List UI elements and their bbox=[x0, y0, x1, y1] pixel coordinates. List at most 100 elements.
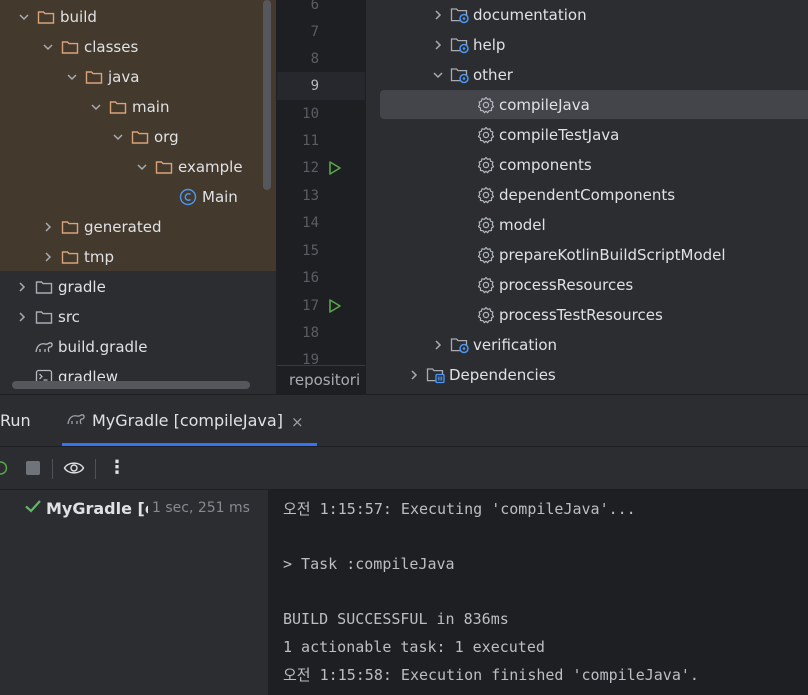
tree-item-build[interactable]: build bbox=[0, 2, 276, 32]
run-toolbar: ⋮ bbox=[0, 447, 808, 489]
task-group-other[interactable]: other bbox=[430, 60, 513, 90]
tree-item-label: src bbox=[58, 308, 80, 326]
task-group-help[interactable]: help bbox=[430, 30, 505, 60]
chevron-right-icon[interactable] bbox=[430, 330, 446, 360]
close-icon[interactable]: × bbox=[291, 413, 304, 431]
chevron-down-icon[interactable] bbox=[88, 92, 104, 122]
run-result-item[interactable]: MyGradle [c 1 sec, 251 ms bbox=[24, 498, 268, 518]
gear-icon bbox=[476, 305, 496, 325]
gradle-tasks-panel: documentation help other compileJava com… bbox=[366, 0, 808, 394]
task-components[interactable]: components bbox=[472, 150, 592, 180]
chevron-right-icon[interactable] bbox=[430, 0, 446, 30]
chevron-down-icon[interactable] bbox=[16, 2, 32, 32]
folder-icon bbox=[36, 7, 56, 27]
gutter-line: 7 bbox=[310, 24, 319, 40]
task-processresources[interactable]: processResources bbox=[472, 270, 633, 300]
rerun-icon[interactable] bbox=[0, 459, 10, 481]
gutter-line-current: 9 bbox=[277, 72, 365, 100]
console-line: BUILD SUCCESSFUL in 836ms bbox=[283, 610, 509, 629]
task-label: compileJava bbox=[499, 96, 590, 114]
gradle-icon bbox=[66, 411, 86, 431]
task-group-documentation[interactable]: documentation bbox=[430, 0, 587, 30]
task-label: processTestResources bbox=[499, 306, 663, 324]
tree-item-label: main bbox=[132, 98, 170, 116]
run-gutter-icon[interactable] bbox=[327, 298, 343, 314]
gutter-line: 14 bbox=[302, 215, 319, 231]
task-label: compileTestJava bbox=[499, 126, 620, 144]
console-output[interactable]: 오전 1:15:57: Executing 'compileJava'... >… bbox=[268, 490, 808, 695]
gutter-line: 11 bbox=[302, 133, 319, 149]
tree-item-java[interactable]: java bbox=[0, 62, 276, 92]
class-icon bbox=[178, 187, 198, 207]
tree-item-main-class[interactable]: Main bbox=[0, 182, 276, 212]
run-header: Run MyGradle [compileJava] × bbox=[0, 395, 808, 446]
gutter-line: 10 bbox=[302, 106, 319, 122]
chevron-down-icon[interactable] bbox=[64, 62, 80, 92]
more-icon[interactable]: ⋮ bbox=[108, 457, 126, 478]
folder-icon bbox=[60, 247, 80, 267]
stop-icon[interactable] bbox=[25, 460, 41, 480]
task-group-verification[interactable]: verification bbox=[430, 330, 557, 360]
tree-item-example[interactable]: example bbox=[0, 152, 276, 182]
run-results-tree: MyGradle [c 1 sec, 251 ms bbox=[0, 490, 268, 695]
console-line: 1 actionable task: 1 executed bbox=[283, 637, 545, 656]
tree-item-main[interactable]: main bbox=[0, 92, 276, 122]
toolbar-separator bbox=[95, 459, 96, 479]
chevron-right-icon[interactable] bbox=[14, 272, 30, 302]
console-line: > Task :compileJava bbox=[283, 555, 455, 574]
tree-item-label: org bbox=[154, 128, 179, 146]
chevron-down-icon[interactable] bbox=[430, 60, 446, 90]
check-icon bbox=[24, 498, 42, 518]
gutter-line: 15 bbox=[302, 243, 319, 259]
task-label: verification bbox=[473, 336, 558, 354]
task-compiletestjava[interactable]: compileTestJava bbox=[472, 120, 619, 150]
tree-item-label: classes bbox=[84, 38, 139, 56]
gear-icon bbox=[476, 125, 496, 145]
tree-item-build-gradle[interactable]: build.gradle bbox=[0, 332, 276, 362]
task-folder-icon bbox=[450, 35, 470, 55]
tree-item-gradle[interactable]: gradle bbox=[0, 272, 276, 302]
gear-icon bbox=[476, 275, 496, 295]
task-folder-icon bbox=[450, 5, 470, 25]
chevron-right-icon[interactable] bbox=[40, 242, 56, 272]
chevron-down-icon[interactable] bbox=[134, 152, 150, 182]
folder-icon bbox=[60, 37, 80, 57]
gutter-line: 12 bbox=[277, 154, 365, 182]
task-label: other bbox=[473, 66, 513, 84]
gear-icon bbox=[476, 215, 496, 235]
chevron-right-icon[interactable] bbox=[14, 302, 30, 332]
task-label: model bbox=[499, 216, 546, 234]
tree-item-label: gradle bbox=[58, 278, 106, 296]
task-compilejava[interactable]: compileJava bbox=[472, 90, 590, 120]
task-dependentcomponents[interactable]: dependentComponents bbox=[472, 180, 675, 210]
gutter-line: 8 bbox=[310, 51, 319, 67]
run-gutter-icon[interactable] bbox=[327, 160, 343, 176]
chevron-right-icon[interactable] bbox=[430, 30, 446, 60]
task-processtestresources[interactable]: processTestResources bbox=[472, 300, 663, 330]
vertical-scrollbar[interactable] bbox=[263, 0, 271, 190]
chevron-right-icon[interactable] bbox=[406, 360, 422, 390]
chevron-down-icon[interactable] bbox=[110, 122, 126, 152]
eye-icon[interactable] bbox=[63, 459, 85, 481]
task-preparekotlinbuildscriptmodel[interactable]: prepareKotlinBuildScriptModel bbox=[472, 240, 726, 270]
tree-item-org[interactable]: org bbox=[0, 122, 276, 152]
folder-icon bbox=[130, 127, 150, 147]
tree-item-generated[interactable]: generated bbox=[0, 212, 276, 242]
tree-item-label: Main bbox=[202, 188, 238, 206]
editor-tab[interactable]: repositori bbox=[277, 365, 365, 394]
folder-icon bbox=[60, 217, 80, 237]
gradle-file-icon bbox=[34, 337, 54, 357]
run-tab-mygradle[interactable]: MyGradle [compileJava] × bbox=[62, 395, 317, 446]
chevron-down-icon[interactable] bbox=[40, 32, 56, 62]
tree-item-src[interactable]: src bbox=[0, 302, 276, 332]
dependencies-node[interactable]: Dependencies bbox=[406, 360, 556, 390]
task-label: documentation bbox=[473, 6, 587, 24]
tree-item-classes[interactable]: classes bbox=[0, 32, 276, 62]
chevron-right-icon[interactable] bbox=[40, 212, 56, 242]
horizontal-scrollbar[interactable] bbox=[12, 381, 250, 389]
run-tool-window: Run MyGradle [compileJava] × ⋮ MyGradle … bbox=[0, 394, 808, 695]
task-model[interactable]: model bbox=[472, 210, 546, 240]
tree-item-tmp[interactable]: tmp bbox=[0, 242, 276, 272]
folder-icon bbox=[154, 157, 174, 177]
